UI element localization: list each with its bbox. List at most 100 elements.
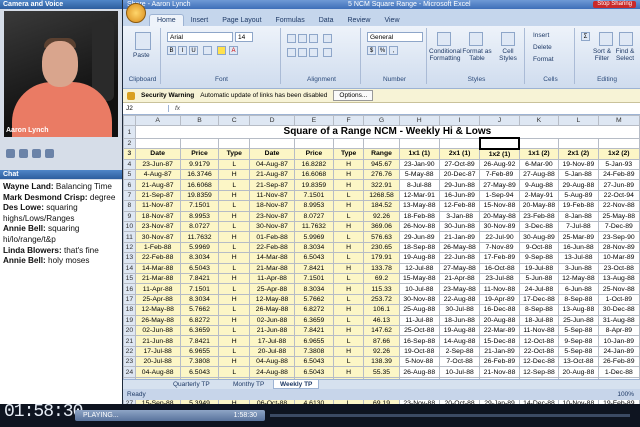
row-header[interactable]: 5	[123, 169, 136, 181]
options-button[interactable]: Options...	[333, 90, 374, 101]
table-cell[interactable]: 15-Nov-88	[479, 200, 520, 212]
table-cell[interactable]: 1-Sep-94	[479, 189, 520, 202]
table-cell[interactable]: 12-Mar-91	[398, 189, 440, 202]
tab-page-layout[interactable]: Page Layout	[215, 15, 268, 26]
table-cell[interactable]: 7.1501	[294, 272, 334, 285]
table-cell[interactable]: 21-Mar-88	[249, 262, 296, 274]
table-cell[interactable]: 20-Aug-88	[479, 314, 520, 326]
table-cell[interactable]: 04-Aug-88	[249, 356, 296, 368]
table-cell[interactable]: 5-Jan-88	[558, 169, 599, 181]
speaker-icon[interactable]	[32, 148, 41, 158]
column-header[interactable]: L	[558, 114, 599, 127]
table-cell[interactable]: 20-May-88	[518, 200, 560, 212]
sheet-tab-monthly[interactable]: Monthy TP	[227, 380, 270, 389]
table-cell[interactable]: 25-May-88	[597, 210, 640, 223]
row-header[interactable]: 10	[123, 220, 136, 233]
table-cell[interactable]: 24-Feb-89	[597, 169, 640, 181]
row-header[interactable]: 7	[123, 189, 136, 202]
fill-color-icon[interactable]	[217, 46, 226, 55]
table-cell[interactable]: 7.3808	[294, 345, 334, 358]
column-label[interactable]: Type	[218, 148, 251, 160]
table-cell[interactable]: 6.5043	[294, 366, 334, 378]
table-cell[interactable]: H	[332, 283, 365, 295]
table-cell[interactable]: L	[332, 231, 365, 243]
table-cell[interactable]: 29-Jun-88	[438, 179, 481, 191]
table-cell[interactable]: 16-Jun-89	[438, 189, 481, 202]
table-cell[interactable]: 30-Nov-88	[398, 293, 440, 306]
comma-icon[interactable]: ,	[389, 46, 398, 55]
table-cell[interactable]: 21-Jan-89	[479, 345, 520, 358]
seek-track[interactable]	[270, 414, 630, 417]
row-header[interactable]: 12	[123, 241, 136, 254]
table-cell[interactable]: 20-May-88	[479, 210, 520, 223]
table-cell[interactable]: 23-Jan-90	[398, 158, 440, 171]
table-cell[interactable]: H	[332, 366, 365, 378]
format-cells-button[interactable]: Format	[533, 56, 554, 63]
column-label[interactable]: Price	[179, 148, 220, 160]
align-middle-icon[interactable]	[298, 34, 307, 43]
zoom-level[interactable]: 100%	[617, 389, 634, 400]
table-cell[interactable]: 22-Oct-88	[518, 345, 560, 358]
table-cell[interactable]: 92.26	[363, 210, 400, 223]
table-cell[interactable]: 2-May-91	[518, 189, 560, 202]
table-cell[interactable]: 23-Sep-90	[597, 231, 640, 243]
function-icon[interactable]: fx	[169, 105, 180, 112]
table-cell[interactable]: H	[218, 356, 251, 368]
table-cell[interactable]: 11-Jul-88	[398, 314, 440, 326]
sort-filter-button[interactable]: Sort & Filter	[591, 48, 613, 62]
table-cell[interactable]: 19-Jul-88	[518, 262, 560, 274]
table-cell[interactable]: 23-Jul-88	[479, 272, 520, 285]
table-cell[interactable]: 20-Jul-88	[134, 356, 181, 368]
row-header[interactable]: 21	[123, 335, 136, 347]
table-cell[interactable]: 11.7632	[179, 231, 220, 243]
table-cell[interactable]: 21-Jun-88	[134, 335, 181, 347]
table-cell[interactable]: 21-Apr-88	[438, 272, 481, 285]
table-cell[interactable]: 23-Nov-87	[134, 220, 181, 233]
table-cell[interactable]: 18-Jun-88	[438, 314, 481, 326]
table-cell[interactable]: 24-Jan-89	[597, 345, 640, 358]
table-cell[interactable]: 10-Jan-89	[597, 335, 640, 347]
row-header[interactable]: 24	[123, 366, 136, 378]
row-header[interactable]: 13	[123, 252, 136, 264]
paste-icon[interactable]	[135, 32, 151, 50]
font-name-box[interactable]: Arial	[167, 32, 233, 42]
table-cell[interactable]: 12-Dec-88	[518, 356, 560, 368]
row-header[interactable]: 3	[123, 148, 136, 160]
table-cell[interactable]: 25-Oct-88	[398, 324, 440, 337]
table-cell[interactable]: 23-Jun-87	[134, 158, 181, 171]
settings-icon[interactable]	[45, 148, 54, 158]
wrap-text-icon[interactable]	[323, 34, 332, 43]
table-cell[interactable]: 3-Jan-88	[438, 210, 481, 223]
table-cell[interactable]: 21-Nov-88	[479, 366, 520, 378]
table-cell[interactable]: 20-Aug-88	[558, 366, 599, 378]
table-cell[interactable]: 26-May-88	[249, 304, 296, 316]
table-cell[interactable]: 133.78	[363, 262, 400, 274]
table-cell[interactable]: 24-Aug-88	[249, 366, 296, 378]
table-cell[interactable]: 5-Aug-89	[558, 189, 599, 202]
merge-center-icon[interactable]	[323, 48, 332, 57]
table-cell[interactable]: L	[218, 366, 251, 378]
table-cell[interactable]: 22-Mar-89	[479, 324, 520, 337]
column-header[interactable]: E	[294, 114, 334, 127]
table-cell[interactable]: 11-Nov-87	[249, 189, 296, 202]
table-cell[interactable]: 26-Nov-88	[398, 220, 440, 233]
underline-icon[interactable]: U	[189, 46, 198, 55]
stop-sharing-button[interactable]: Stop Sharing	[593, 1, 636, 8]
row-header[interactable]: 8	[123, 200, 136, 212]
table-cell[interactable]: 8.9953	[294, 200, 334, 212]
table-cell[interactable]: 12-Jul-88	[398, 262, 440, 274]
table-cell[interactable]: 16.3746	[179, 169, 220, 181]
row-header[interactable]: 11	[123, 231, 136, 243]
find-select-icon[interactable]	[619, 32, 633, 46]
table-cell[interactable]: 14-Aug-88	[438, 335, 481, 347]
sheet-title[interactable]: Square of a Range NCM - Weekly Hi & Lows	[134, 125, 640, 139]
column-header[interactable]: H	[398, 114, 440, 127]
table-cell[interactable]: 13-Aug-88	[597, 272, 640, 285]
table-cell[interactable]: 12-May-88	[134, 304, 181, 316]
tab-insert[interactable]: Insert	[184, 15, 216, 26]
table-cell[interactable]: H	[332, 200, 365, 212]
table-cell[interactable]: 7-Jul-88	[558, 220, 599, 233]
table-cell[interactable]: 6.8272	[294, 304, 334, 316]
column-header[interactable]: A	[134, 114, 181, 127]
table-cell[interactable]	[518, 137, 560, 150]
